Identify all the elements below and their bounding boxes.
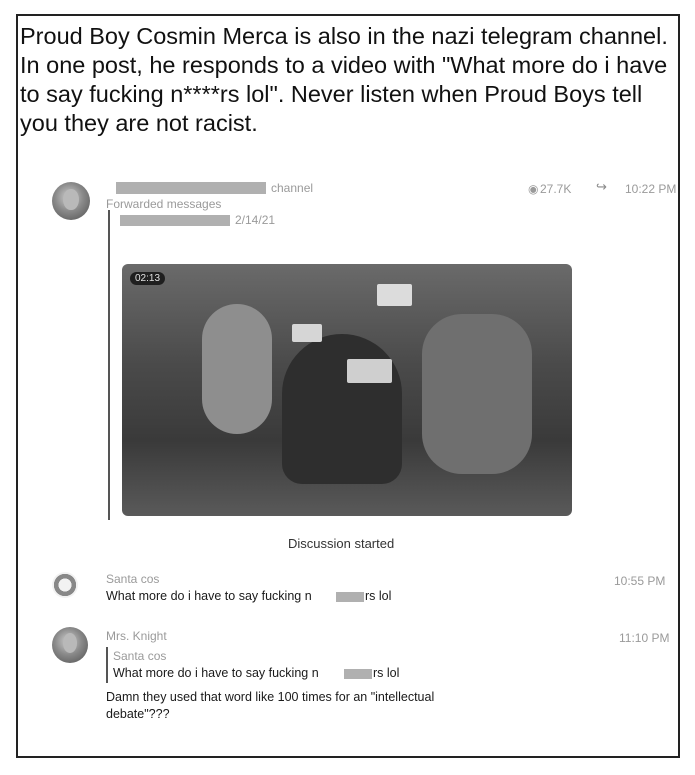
reply-author[interactable]: Santa cos bbox=[113, 649, 166, 663]
discussion-started-label: Discussion started bbox=[288, 536, 395, 551]
commenter-avatar[interactable] bbox=[52, 572, 78, 598]
comment-text: Damn they used that word like 100 times … bbox=[106, 690, 435, 704]
share-icon[interactable]: ↪ bbox=[596, 179, 607, 195]
video-thumbnail[interactable]: 02:13 bbox=[122, 264, 572, 516]
channel-label: channel bbox=[271, 181, 314, 195]
forwarded-label: Forwarded messages bbox=[106, 197, 222, 211]
redacted-channel-name bbox=[116, 182, 266, 194]
forward-date: 2/14/21 bbox=[235, 213, 276, 227]
video-figure-right bbox=[422, 314, 532, 474]
channel-avatar[interactable] bbox=[52, 182, 90, 220]
censored-word bbox=[336, 592, 364, 602]
comment-time: 10:55 PM bbox=[614, 574, 666, 588]
comment-author[interactable]: Mrs. Knight bbox=[106, 629, 167, 643]
forward-quote-bar bbox=[108, 210, 110, 520]
video-figure-left bbox=[202, 304, 272, 434]
censored-word bbox=[344, 669, 372, 679]
eye-icon: ◉ bbox=[528, 182, 539, 196]
video-duration: 02:13 bbox=[130, 272, 166, 285]
reply-text-end: rs lol bbox=[373, 666, 400, 680]
avatar-face bbox=[63, 188, 79, 210]
comment-text: What more do i have to say fucking n bbox=[106, 589, 312, 603]
reply-text: What more do i have to say fucking n bbox=[113, 666, 319, 680]
video-sign bbox=[347, 359, 392, 383]
video-sign bbox=[292, 324, 322, 342]
telegram-screenshot: channel Forwarded messages ◉ 27.7K ↪ 10:… bbox=[22, 172, 678, 750]
comment-text-end: rs lol bbox=[365, 589, 392, 603]
reply-quote-bar bbox=[106, 647, 108, 683]
comment-author[interactable]: Santa cos bbox=[106, 572, 159, 586]
view-count: 27.7K bbox=[540, 182, 572, 196]
commenter-avatar[interactable] bbox=[52, 627, 88, 663]
comment-time: 11:10 PM bbox=[619, 631, 670, 645]
avatar-face bbox=[62, 633, 78, 654]
headline-text: Proud Boy Cosmin Merca is also in the na… bbox=[20, 23, 668, 136]
video-sign bbox=[377, 284, 412, 306]
comment-text: debate"??? bbox=[106, 707, 170, 721]
video-figure-center bbox=[282, 334, 402, 484]
redacted-forward-source bbox=[120, 215, 230, 226]
post-time: 10:22 PM bbox=[625, 182, 677, 196]
